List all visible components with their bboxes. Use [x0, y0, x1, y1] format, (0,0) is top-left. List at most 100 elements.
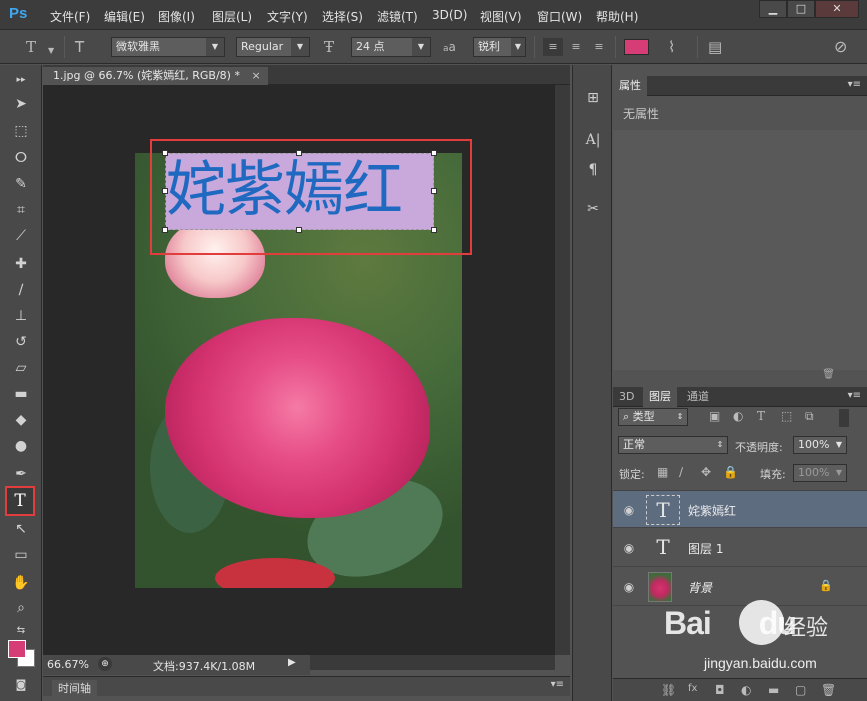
path-select-tool-icon[interactable]: ↖ — [9, 518, 33, 540]
filter-smart-icon[interactable]: ⧉ — [805, 409, 814, 424]
layer-row[interactable]: ◉ T 图层 1 — [613, 529, 867, 567]
link-layers-icon[interactable]: ⛓ — [661, 683, 676, 697]
marquee-tool-icon[interactable]: ⬚ — [9, 120, 33, 142]
dodge-tool-icon[interactable]: ● — [9, 435, 33, 457]
filter-shape-icon[interactable]: ⬚ — [781, 409, 792, 423]
visibility-eye-icon[interactable]: ◉ — [621, 503, 637, 517]
menu-view[interactable]: 视图(V) — [480, 8, 522, 25]
layer-filter-select[interactable]: ⌕ 类型 ⇕ — [618, 408, 688, 426]
lock-pixels-icon[interactable]: ∕ — [679, 465, 683, 479]
history-icon[interactable]: ⊞ — [581, 87, 605, 109]
tab-layers[interactable]: 图层 — [643, 387, 677, 407]
menu-select[interactable]: 选择(S) — [322, 8, 363, 25]
font-family-select[interactable]: 微软雅黑 ▼ — [111, 37, 225, 57]
brush-tool-icon[interactable]: ∕ — [9, 279, 33, 301]
align-left-icon[interactable]: ≡ — [543, 38, 563, 56]
tab-channels[interactable]: 通道 — [681, 387, 715, 407]
vertical-scrollbar[interactable] — [555, 85, 570, 655]
cancel-icon[interactable]: ⊘ — [834, 38, 847, 56]
tab-3d[interactable]: 3D — [613, 387, 640, 407]
menu-file[interactable]: 文件(F) — [50, 8, 90, 25]
close-tab-icon[interactable]: × — [251, 69, 260, 82]
type-tool-icon[interactable]: T — [5, 486, 35, 516]
lasso-tool-icon[interactable]: ⵔ — [9, 147, 33, 169]
zoom-level[interactable]: 66.67% — [47, 658, 89, 671]
hand-tool-icon[interactable]: ✋ — [9, 572, 33, 594]
minimize-button[interactable]: ▁ — [759, 0, 787, 18]
history-brush-tool-icon[interactable]: ↺ — [9, 331, 33, 353]
filter-adjustment-icon[interactable]: ◐ — [733, 409, 743, 423]
move-tool-icon[interactable]: ➤ — [9, 93, 33, 115]
layer-name[interactable]: 姹紫嫣红 — [688, 502, 736, 519]
quick-select-tool-icon[interactable]: ✎ — [9, 173, 33, 195]
panel-menu-icon[interactable]: ▾≡ — [551, 679, 564, 690]
crop-tool-icon[interactable]: ⌗ — [9, 199, 33, 221]
paragraph-icon[interactable]: ¶ — [581, 159, 605, 181]
panel-menu-icon[interactable]: ▾≡ — [848, 79, 861, 90]
text-color-swatch[interactable] — [624, 39, 649, 55]
menu-help[interactable]: 帮助(H) — [596, 8, 638, 25]
collapse-icon[interactable]: ▸▸ — [9, 69, 33, 91]
menu-layer[interactable]: 图层(L) — [212, 8, 252, 25]
lock-all-icon[interactable]: 🔒 — [723, 465, 738, 479]
menu-type[interactable]: 文字(Y) — [267, 8, 308, 25]
antialias-select[interactable]: 锐利 ▼ — [473, 37, 526, 57]
chevron-down-icon[interactable]: ▼ — [48, 42, 54, 60]
fill-input[interactable]: 100% ▼ — [793, 464, 847, 482]
type-tool-preset-icon[interactable]: T — [26, 38, 36, 56]
visibility-eye-icon[interactable]: ◉ — [621, 580, 637, 594]
filter-toggle[interactable] — [839, 409, 849, 427]
rectangle-tool-icon[interactable]: ▭ — [9, 544, 33, 566]
align-center-icon[interactable]: ≡ — [566, 38, 586, 56]
status-info-icon[interactable]: ⊕ — [98, 657, 112, 671]
pen-tool-icon[interactable]: ✒ — [9, 463, 33, 485]
swap-colors-icon[interactable]: ⇆ — [9, 620, 33, 642]
filter-pixel-icon[interactable]: ▣ — [709, 409, 720, 423]
character-panel-icon[interactable]: ▤ — [708, 38, 722, 56]
eraser-tool-icon[interactable]: ▱ — [9, 357, 33, 379]
visibility-eye-icon[interactable]: ◉ — [621, 541, 637, 555]
warp-text-icon[interactable]: ⌇ — [668, 38, 675, 56]
adjustment-layer-icon[interactable]: ◐ — [741, 683, 751, 697]
character-icon[interactable]: A| — [581, 129, 605, 151]
layer-name[interactable]: 背景 — [688, 579, 712, 596]
trash-icon[interactable]: 🗑 — [822, 369, 835, 380]
new-layer-icon[interactable]: ▢ — [795, 683, 806, 697]
quick-mask-icon[interactable]: ◙ — [9, 674, 33, 696]
lock-position-icon[interactable]: ✥ — [701, 465, 711, 479]
delete-layer-icon[interactable]: 🗑 — [821, 683, 836, 697]
text-orientation-icon[interactable]: ꓔ — [75, 38, 84, 56]
layer-style-icon[interactable]: fx — [688, 683, 697, 694]
menu-window[interactable]: 窗口(W) — [537, 8, 582, 25]
blur-tool-icon[interactable]: ◆ — [9, 409, 33, 431]
layer-name[interactable]: 图层 1 — [688, 540, 723, 557]
menu-image[interactable]: 图像(I) — [158, 8, 195, 25]
foreground-color-swatch[interactable] — [8, 640, 26, 658]
panel-menu-icon[interactable]: ▾≡ — [848, 390, 861, 401]
menu-3d[interactable]: 3D(D) — [432, 8, 467, 22]
menu-edit[interactable]: 编辑(E) — [104, 8, 145, 25]
layer-row[interactable]: ◉ T 姹紫嫣红 — [613, 490, 867, 528]
maximize-button[interactable]: □ — [787, 0, 815, 18]
healing-brush-tool-icon[interactable]: ✚ — [9, 253, 33, 275]
gradient-tool-icon[interactable]: ▬ — [9, 383, 33, 405]
close-button[interactable]: ✕ — [815, 0, 859, 18]
add-mask-icon[interactable]: ◘ — [715, 683, 725, 697]
timeline-tab[interactable]: 时间轴 — [52, 680, 97, 696]
eyedropper-tool-icon[interactable]: ⟋ — [9, 225, 33, 247]
tool-presets-icon[interactable]: ✂ — [581, 198, 605, 220]
filter-type-icon[interactable]: T — [757, 409, 765, 423]
tab-properties[interactable]: 属性 — [613, 76, 647, 96]
new-group-icon[interactable]: ▬ — [768, 683, 779, 697]
menu-filter[interactable]: 滤镜(T) — [377, 8, 418, 25]
font-size-select[interactable]: 24 点 ▼ — [351, 37, 431, 57]
lock-transparent-icon[interactable]: ▦ — [657, 465, 668, 479]
clone-stamp-tool-icon[interactable]: ⊥ — [9, 305, 33, 327]
horizontal-scrollbar[interactable] — [310, 655, 555, 670]
align-right-icon[interactable]: ≡ — [589, 38, 609, 56]
opacity-input[interactable]: 100% ▼ — [793, 436, 847, 454]
document-tab[interactable]: 1.jpg @ 66.7% (姹紫嫣红, RGB/8) * × — [43, 67, 268, 85]
zoom-tool-icon[interactable]: ⌕ — [9, 597, 33, 619]
font-style-select[interactable]: Regular ▼ — [236, 37, 310, 57]
blend-mode-select[interactable]: 正常 ⇕ — [618, 436, 728, 454]
